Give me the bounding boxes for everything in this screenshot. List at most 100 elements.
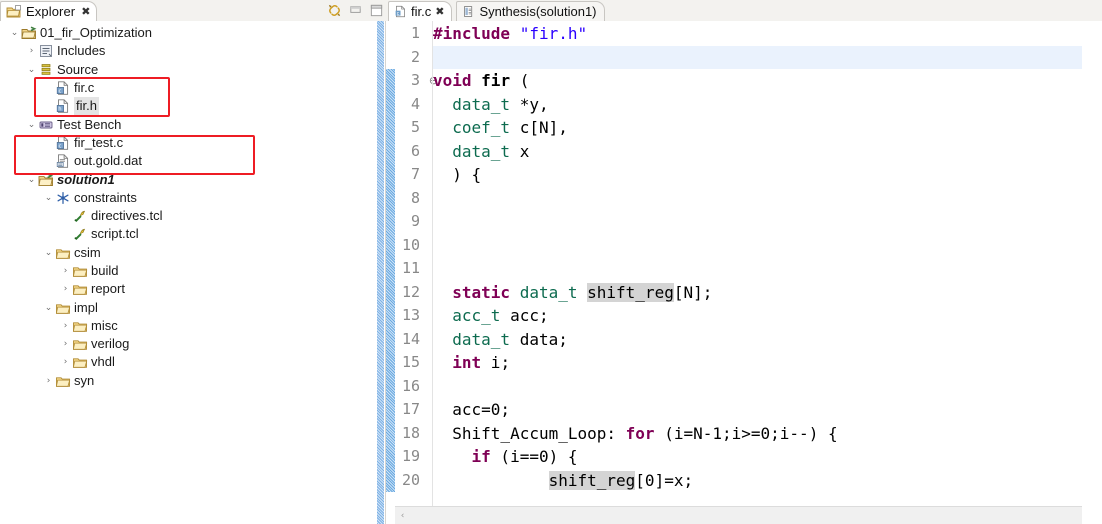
tree-item-directives-tcl[interactable]: directives.tcl — [0, 207, 385, 225]
includes-icon — [38, 43, 54, 59]
code-line[interactable] — [433, 234, 1082, 258]
line-number: 1 — [410, 24, 420, 42]
chevron-right-icon[interactable]: › — [59, 262, 72, 280]
tree-item-constraints[interactable]: ⌄ constraints — [0, 189, 385, 207]
c-file-icon: c — [55, 135, 71, 151]
code-line[interactable] — [433, 45, 1082, 69]
minimize-view-icon[interactable] — [348, 3, 363, 18]
code-line[interactable]: static data_t shift_reg[N]; — [433, 281, 1082, 305]
code-line[interactable]: if (i==0) { — [433, 445, 1082, 469]
folder-icon — [55, 373, 71, 389]
code-line[interactable] — [433, 210, 1082, 234]
testbench-icon — [38, 117, 54, 133]
tree-item-vhdl[interactable]: › vhdl — [0, 353, 385, 371]
code-line[interactable] — [433, 187, 1082, 211]
h-file-icon: h — [55, 98, 71, 114]
chevron-right-icon[interactable]: › — [59, 317, 72, 335]
code-line[interactable]: void fir ( — [433, 69, 1082, 93]
tree-item-syn[interactable]: › syn — [0, 372, 385, 390]
chevron-down-icon[interactable]: ⌄ — [8, 24, 21, 42]
editor-body[interactable]: 1 2 3 ⊖ 4 5 6 7 8 9 10 11 12 13 14 15 16 17 18 19 20 #includ… — [386, 21, 1102, 524]
code-line[interactable]: acc_t acc; — [433, 304, 1082, 328]
tree-item-fir-c[interactable]: c fir.c — [0, 79, 385, 97]
code-preprocessor: #include — [433, 24, 520, 43]
code-line[interactable]: data_t x — [433, 140, 1082, 164]
code-line[interactable]: data_t data; — [433, 328, 1082, 352]
tree-item-solution1[interactable]: ⌄ solution1 — [0, 170, 385, 188]
tree-item-script-tcl[interactable]: script.tcl — [0, 225, 385, 243]
chevron-right-icon[interactable]: › — [59, 353, 72, 371]
explorer-vertical-scrollbar[interactable] — [375, 21, 384, 524]
chevron-right-icon[interactable]: › — [42, 372, 55, 390]
tree-item-label: solution1 — [57, 171, 115, 187]
source-code-text[interactable]: #include "fir.h" void fir ( data_t *y, c… — [433, 21, 1082, 506]
tree-item-label: csim — [74, 244, 101, 260]
code-text: x — [510, 141, 530, 161]
project-tree[interactable]: ⌄ 01_fir_Optimization › Includes ⌄ Source c fir… — [0, 21, 385, 390]
editor-horizontal-scrollbar[interactable]: ‹ — [395, 506, 1082, 524]
tree-item-01-fir-optimization[interactable]: ⌄ 01_fir_Optimization — [0, 24, 385, 42]
explorer-tree-panel[interactable]: ⌄ 01_fir_Optimization › Includes ⌄ Source c fir… — [0, 21, 386, 524]
chevron-right-icon[interactable]: › — [59, 280, 72, 298]
chevron-down-icon[interactable]: ⌄ — [42, 299, 55, 317]
tree-item-includes[interactable]: › Includes — [0, 42, 385, 60]
maximize-view-icon[interactable] — [369, 3, 384, 18]
code-keyword: for — [625, 423, 655, 443]
tree-item-misc[interactable]: › misc — [0, 317, 385, 335]
chevron-down-icon[interactable]: ⌄ — [25, 171, 38, 189]
tree-item-test-bench[interactable]: ⌄ Test Bench — [0, 115, 385, 133]
code-line[interactable]: data_t *y, — [433, 93, 1082, 117]
code-line[interactable]: int i; — [433, 351, 1082, 375]
editor-vertical-scrollbar[interactable] — [1082, 21, 1102, 506]
tree-item-verilog[interactable]: › verilog — [0, 335, 385, 353]
c-file-icon: c — [394, 5, 407, 18]
code-line[interactable]: acc=0; — [433, 398, 1082, 422]
close-icon[interactable]: ✖ — [81, 6, 90, 17]
line-number-gutter[interactable]: 1 2 3 ⊖ 4 5 6 7 8 9 10 11 12 13 14 15 16 17 18 19 20 — [395, 21, 438, 506]
code-line[interactable] — [433, 375, 1082, 399]
dat-file-icon — [55, 153, 71, 169]
tree-item-fir-h[interactable]: h fir.h — [0, 97, 385, 116]
chevron-down-icon[interactable]: ⌄ — [25, 61, 38, 79]
tab-explorer[interactable]: Explorer ✖ — [0, 1, 98, 21]
close-icon[interactable]: ✖ — [435, 6, 444, 17]
tab-fir-c[interactable]: c fir.c ✖ — [388, 1, 453, 21]
code-line[interactable] — [433, 257, 1082, 281]
line-number: 6 — [410, 141, 420, 160]
tree-item-out-gold-dat[interactable]: out.gold.dat — [0, 152, 385, 170]
chevron-down-icon[interactable]: ⌄ — [42, 189, 55, 207]
chevron-down-icon[interactable]: ⌄ — [25, 116, 38, 134]
tree-item-source[interactable]: ⌄ Source — [0, 61, 385, 79]
line-number: 5 — [410, 118, 420, 136]
tree-item-csim[interactable]: ⌄ csim — [0, 244, 385, 262]
code-area[interactable]: 1 2 3 ⊖ 4 5 6 7 8 9 10 11 12 13 14 15 16 17 18 19 20 #includ… — [386, 21, 1082, 506]
code-line[interactable]: ) { — [433, 163, 1082, 187]
code-line[interactable]: shift_reg[0]=x; — [433, 469, 1082, 493]
chevron-down-icon[interactable]: ⌄ — [42, 244, 55, 262]
code-line[interactable]: coef_t c[N], — [433, 116, 1082, 140]
tree-item-fir-test-c[interactable]: c fir_test.c — [0, 134, 385, 152]
code-line[interactable]: #include "fir.h" — [433, 22, 1082, 46]
chevron-right-icon[interactable]: › — [25, 42, 38, 60]
tree-item-report[interactable]: › report — [0, 280, 385, 298]
code-occurrence-highlight: shift_reg — [587, 282, 674, 302]
tab-synthesis-solution1[interactable]: Synthesis(solution1) — [456, 1, 605, 21]
code-text: (i=N-1;i>=0;i--) { — [654, 423, 838, 443]
code-keyword: void — [433, 71, 472, 90]
link-with-editor-icon[interactable] — [327, 3, 342, 18]
scrollbar-thumb[interactable] — [376, 21, 384, 524]
code-line[interactable]: Shift_Accum_Loop: for (i=N-1;i>=0;i--) { — [433, 422, 1082, 446]
code-string: "fir.h" — [519, 24, 588, 43]
line-number: 9 — [410, 212, 420, 230]
scroll-left-arrow-icon[interactable]: ‹ — [395, 511, 410, 521]
tree-item-impl[interactable]: ⌄ impl — [0, 298, 385, 316]
code-type: coef_t — [452, 118, 511, 137]
code-text: Shift_Accum_Loop: — [433, 423, 626, 443]
chevron-right-icon[interactable]: › — [59, 335, 72, 353]
line-number: 10 — [401, 235, 420, 254]
tree-item-build[interactable]: › build — [0, 262, 385, 280]
svg-text:h: h — [58, 107, 61, 113]
